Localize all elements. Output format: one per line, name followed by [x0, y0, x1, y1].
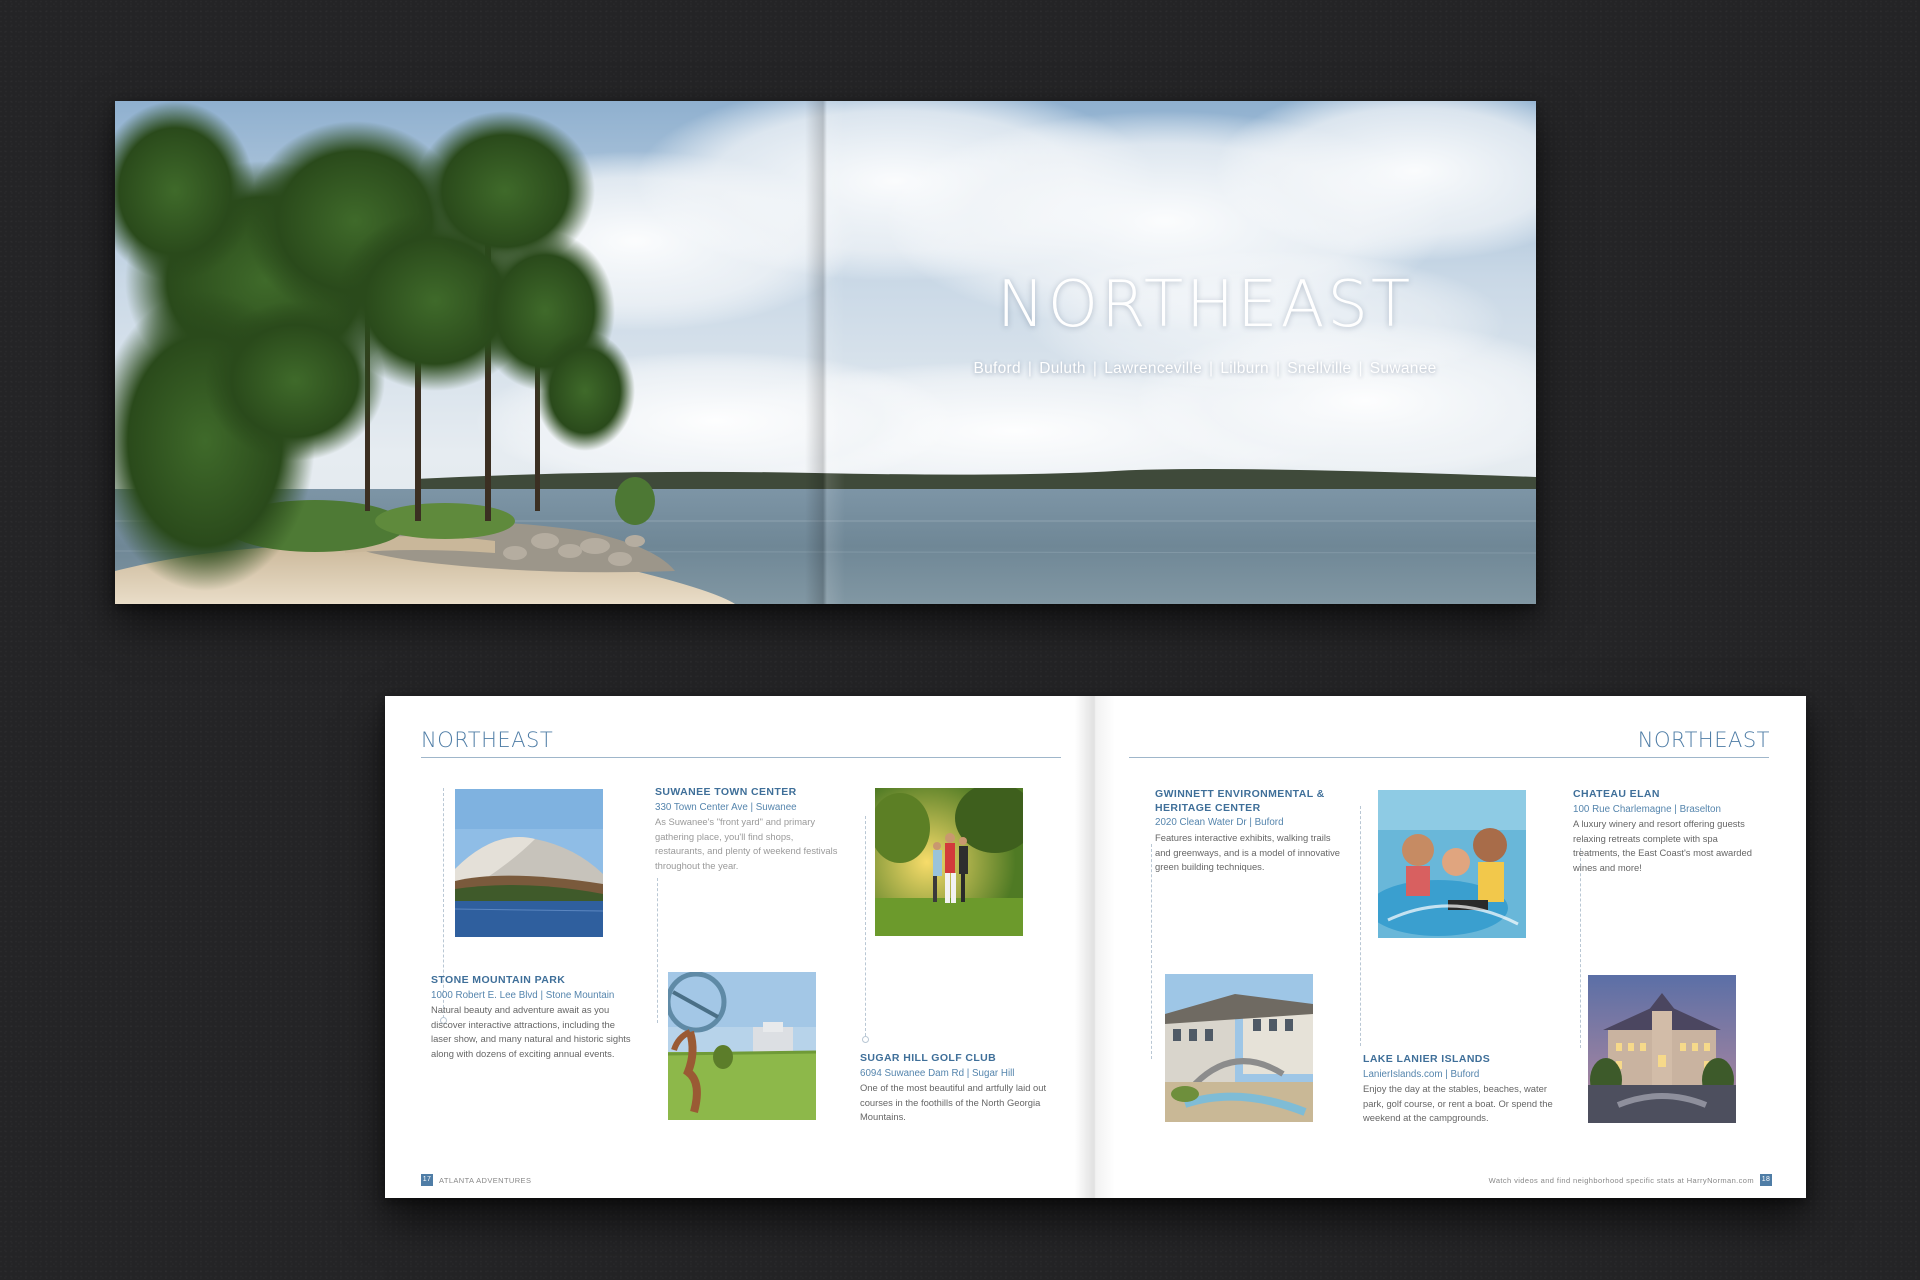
attraction-description: As Suwanee's "front yard" and primary ga…	[655, 816, 838, 872]
attraction-name: LAKE LANIER ISLANDS	[1363, 1053, 1491, 1065]
attraction-stone-mountain-park: STONE MOUNTAIN PARK 1000 Robert E. Lee B…	[431, 974, 631, 1062]
attraction-name: GWINNETT ENVIRONMENTAL & HERITAGE CENTER	[1155, 788, 1325, 814]
attraction-sugar-hill-golf-club: SUGAR HILL GOLF CLUB 6094 Suwanee Dam Rd…	[860, 1052, 1050, 1125]
environmental-center-photo	[1165, 974, 1313, 1122]
suwanee-sculpture-photo	[668, 972, 816, 1120]
attraction-suwanee-town-center: SUWANEE TOWN CENTER 330 Town Center Ave …	[655, 786, 845, 874]
city-snellville: Snellville	[1287, 360, 1352, 377]
left-page: NORTHEAST SUWANEE TOWN CENTER 330 Town C…	[385, 696, 1095, 1198]
attraction-description: Natural beauty and adventure await as yo…	[431, 1004, 631, 1060]
chateau-elan-photo	[1588, 975, 1736, 1123]
hero-title: NORTHEAST	[996, 268, 1414, 342]
page-number: 18	[1760, 1174, 1772, 1186]
city-buford: Buford	[973, 360, 1021, 377]
attraction-address: 2020 Clean Water Dr | Buford	[1155, 817, 1284, 829]
heading-rule	[1129, 757, 1769, 758]
spine-shadow	[805, 101, 845, 604]
timeline-line	[1580, 848, 1581, 1048]
attraction-name: SUGAR HILL GOLF CLUB	[860, 1052, 997, 1064]
city-separator: |	[1209, 360, 1214, 377]
attraction-name: CHATEAU ELAN	[1573, 788, 1660, 800]
page-heading: NORTHEAST	[421, 728, 554, 752]
attraction-address: 330 Town Center Ave | Suwanee	[655, 801, 797, 813]
city-separator: |	[1092, 360, 1098, 377]
timeline-line	[1360, 806, 1361, 1046]
left-page-footer: 17 ATLANTA ADVENTURES	[421, 1174, 531, 1186]
heading-rule	[421, 757, 1061, 758]
city-separator: |	[1027, 360, 1033, 377]
water-park-family-photo	[1378, 790, 1526, 938]
city-duluth: Duluth	[1039, 360, 1086, 377]
attraction-chateau-elan: CHATEAU ELAN 100 Rue Charlemagne | Brase…	[1573, 788, 1753, 876]
attraction-name: SUWANEE TOWN CENTER	[655, 786, 797, 798]
attraction-gwinnett-environmental-center: GWINNETT ENVIRONMENTAL & HERITAGE CENTER…	[1155, 788, 1345, 875]
content-spread: NORTHEAST SUWANEE TOWN CENTER 330 Town C…	[385, 696, 1806, 1198]
timeline-line	[865, 816, 866, 1036]
attraction-description: A luxury winery and resort offering gues…	[1573, 818, 1752, 874]
city-separator: |	[1358, 360, 1363, 377]
page-number: 17	[421, 1174, 433, 1186]
city-lilburn: Lilburn	[1220, 360, 1269, 377]
website-note: Watch videos and find neighborhood speci…	[1488, 1175, 1754, 1185]
cover-spread: NORTHEAST Buford | Duluth | Lawrenceville | Li…	[115, 101, 1536, 604]
spine-shadow	[1075, 696, 1115, 1198]
city-suwanee: Suwanee	[1369, 360, 1437, 377]
attraction-description: Features interactive exhibits, walking t…	[1155, 831, 1341, 873]
golf-photo	[875, 788, 1023, 936]
attraction-address: LanierIslands.com | Buford	[1363, 1068, 1480, 1080]
page-heading: NORTHEAST	[1637, 728, 1770, 752]
city-separator: |	[1275, 360, 1281, 377]
attraction-address: 6094 Suwanee Dam Rd | Sugar Hill	[860, 1067, 1015, 1079]
attraction-lake-lanier-islands: LAKE LANIER ISLANDS LanierIslands.com | …	[1363, 1053, 1568, 1126]
attraction-description: One of the most beautiful and artfully l…	[860, 1082, 1047, 1123]
attraction-description: Enjoy the day at the stables, beaches, w…	[1363, 1083, 1553, 1124]
right-page-footer: Watch videos and find neighborhood speci…	[1489, 1174, 1772, 1186]
attraction-address: 100 Rue Charlemagne | Braselton	[1573, 803, 1721, 815]
publication-title: ATLANTA ADVENTURES	[439, 1175, 532, 1185]
city-lawrenceville: Lawrenceville	[1104, 360, 1202, 377]
timeline-line	[1151, 844, 1152, 1059]
timeline-dot	[862, 1036, 869, 1043]
attraction-name: STONE MOUNTAIN PARK	[431, 974, 566, 986]
right-page: NORTHEAST GWINNETT ENVIRONMENTAL & HERIT…	[1095, 696, 1806, 1198]
timeline-line	[657, 878, 658, 1023]
attraction-address: 1000 Robert E. Lee Blvd | Stone Mountain	[431, 989, 615, 1001]
hero-city-list: Buford | Duluth | Lawrenceville | Lilburn | Snel…	[935, 360, 1475, 378]
stone-mountain-photo	[455, 789, 603, 937]
